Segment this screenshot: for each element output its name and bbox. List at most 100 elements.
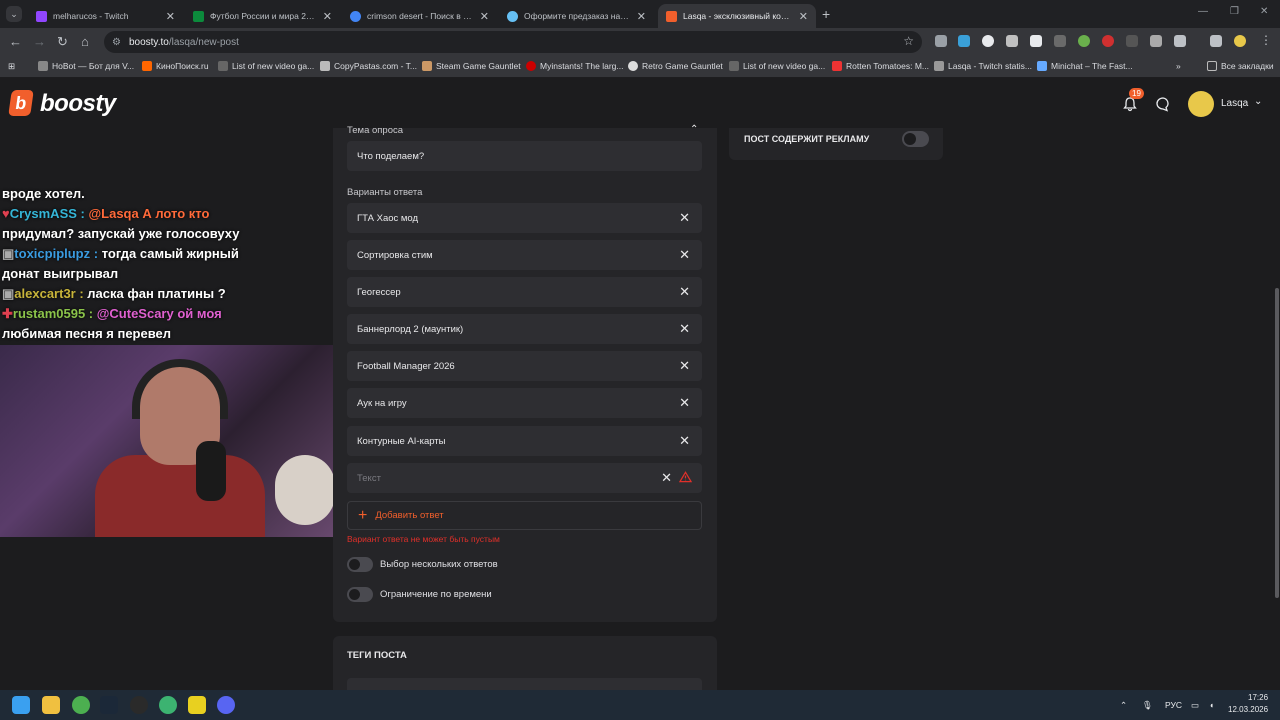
messages-icon[interactable] [1155,96,1171,112]
chat-text: придумал? запускай уже голосовуху [2,226,240,241]
app-icon[interactable] [159,696,177,714]
app-icon[interactable] [188,696,206,714]
bookmark-favicon-icon [526,61,536,71]
bookmark-item[interactable]: Rotten Tomatoes: M... [832,61,929,71]
maximize-icon[interactable]: ❐ [1230,6,1239,17]
address-bar[interactable]: ⚙ boosty.to/lasqa/new-post ☆ [104,31,922,53]
bookmark-item[interactable]: Minichat – The Fast... [1037,61,1133,71]
menu-icon[interactable]: ⋮ [1260,33,1272,47]
chat-nick: toxicpiplupz : [14,246,99,261]
steam-icon[interactable] [100,696,118,714]
extension-icon[interactable] [982,35,994,47]
site-info-icon[interactable]: ⚙ [112,37,121,48]
extension-icon[interactable] [1006,35,1018,47]
remove-answer-icon[interactable]: ✕ [679,284,690,300]
extension-icon[interactable] [1078,35,1090,47]
boosty-logo-icon[interactable]: b [8,90,34,116]
close-tab-icon[interactable]: ✕ [480,10,489,23]
close-tab-icon[interactable]: ✕ [799,10,808,23]
bookmark-item[interactable]: List of new video ga... [729,61,825,71]
microphone-icon[interactable]: 🎙 [1142,700,1153,711]
bookmark-item[interactable]: Myinstants! The larg... [526,61,623,71]
minimize-icon[interactable]: — [1198,6,1208,17]
remove-answer-icon[interactable]: ✕ [679,210,690,226]
extension-icon[interactable] [1102,35,1114,47]
extension-icon[interactable] [1054,35,1066,47]
remove-answer-icon[interactable]: ✕ [679,247,690,263]
poll-topic-input[interactable]: Что поделаем? [347,141,702,171]
extension-icon[interactable] [1030,35,1042,47]
bookmark-item[interactable]: List of new video ga... [218,61,314,71]
browser-tab[interactable]: Футбол России и мира 2026 - ✕ [185,4,340,28]
extension-icon[interactable] [935,35,947,47]
answer-input[interactable]: Контурные AI-карты ✕ [347,426,702,456]
remove-answer-icon[interactable]: ✕ [661,470,672,486]
browser-tab[interactable]: Оформите предзаказ на Crim ✕ [499,4,654,28]
profile-icon[interactable] [1234,35,1246,47]
extension-icon[interactable] [958,35,970,47]
site-logo[interactable]: boosty [40,90,116,118]
tray-expand-icon[interactable]: ⌃ [1120,700,1127,711]
bookmark-item[interactable]: Steam Game Gauntlet [422,61,521,71]
system-clock[interactable]: 17:26 12.03.2026 [1228,692,1268,716]
page-scrollbar[interactable] [1275,288,1279,598]
bookmark-star-icon[interactable]: ☆ [903,34,914,48]
remove-answer-icon[interactable]: ✕ [679,395,690,411]
chrome-icon[interactable] [72,696,90,714]
remove-answer-icon[interactable]: ✕ [679,433,690,449]
more-bookmarks-icon[interactable]: » [1176,61,1181,71]
bookmark-item[interactable]: КиноПоиск.ru [142,61,209,71]
answer-input[interactable]: Баннерлорд 2 (маунтик) ✕ [347,314,702,344]
bookmark-item[interactable]: Lasqa - Twitch statis... [934,61,1032,71]
volume-icon[interactable]: ◖ [1209,700,1214,710]
new-tab-icon[interactable]: + [822,6,830,22]
close-tab-icon[interactable]: ✕ [166,10,175,23]
close-window-icon[interactable]: ✕ [1260,6,1268,17]
extension-icon[interactable] [1126,35,1138,47]
avatar[interactable] [1188,91,1214,117]
language-indicator[interactable]: РУС [1165,700,1182,710]
apps-icon[interactable]: ⊞ [8,61,15,72]
multi-choice-toggle[interactable] [347,557,373,572]
close-tab-icon[interactable]: ✕ [323,10,332,23]
chat-message: донат выигрывал [2,266,118,281]
answer-input[interactable]: Аук на игру ✕ [347,388,702,418]
ad-toggle[interactable] [902,131,929,147]
browser-tab-active[interactable]: Lasqa - эксклюзивный контен ✕ [658,4,816,28]
chevron-down-icon[interactable]: ⌄ [1254,96,1262,107]
forward-icon[interactable]: → [33,34,46,49]
answer-input[interactable]: Сортировка стим ✕ [347,240,702,270]
tab-title: melharucos - Twitch [53,11,129,21]
network-icon[interactable]: ▭ [1191,700,1199,711]
obs-icon[interactable] [130,696,148,714]
username[interactable]: Lasqa [1221,98,1248,109]
add-answer-button[interactable]: + Добавить ответ [347,501,702,530]
reload-icon[interactable]: ↻ [57,34,68,50]
home-icon[interactable]: ⌂ [81,34,89,49]
remove-answer-icon[interactable]: ✕ [679,321,690,337]
chat-message: придумал? запускай уже голосовуху [2,226,239,241]
bookmark-item[interactable]: Retro Game Gauntlet [628,61,723,71]
reading-list-icon[interactable] [1210,35,1222,47]
windows-start-icon[interactable] [12,696,30,714]
bookmark-item[interactable]: CopyPastas.com - T... [320,61,417,71]
chat-text: @CuteScary ой моя [93,306,222,321]
tab-search-icon[interactable]: ⌄ [6,6,22,22]
browser-tab[interactable]: melharucos - Twitch ✕ [28,4,183,28]
answer-input[interactable]: ГТА Хаос мод ✕ [347,203,702,233]
app-icon[interactable] [217,696,235,714]
extensions-puzzle-icon[interactable] [1174,35,1186,47]
extension-icon[interactable] [1150,35,1162,47]
browser-tab[interactable]: crimson desert - Поиск в Goog ✕ [342,4,497,28]
back-icon[interactable]: ← [9,34,22,49]
all-bookmarks[interactable]: Все закладки [1207,61,1274,71]
remove-answer-icon[interactable]: ✕ [679,358,690,374]
chevron-up-icon[interactable]: ⌃ [690,124,698,135]
new-answer-input[interactable]: Текст ✕ [347,463,702,493]
bookmark-item[interactable]: HoBot — Бот для V... [38,61,134,71]
time-limit-toggle[interactable] [347,587,373,602]
answer-input[interactable]: Football Manager 2026 ✕ [347,351,702,381]
file-explorer-icon[interactable] [42,696,60,714]
close-tab-icon[interactable]: ✕ [637,10,646,23]
answer-input[interactable]: Геогессер ✕ [347,277,702,307]
